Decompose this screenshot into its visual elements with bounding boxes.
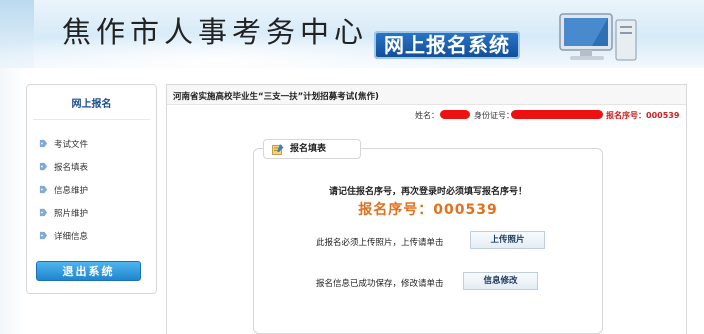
tag-icon [39, 208, 48, 217]
photo-upload-hint: 此报名必须上传照片，上传请单击 [316, 238, 444, 248]
candidate-info-row: 姓名： 身份证号： 报名序号：000539 [167, 107, 686, 123]
redacted-name [440, 110, 470, 119]
sidebar-item-label: 考试文件 [54, 140, 89, 150]
tag-icon [39, 162, 48, 171]
form-icon [272, 144, 284, 155]
sidebar-item-label: 照片维护 [54, 209, 89, 219]
sidebar-item-label: 信息维护 [54, 186, 89, 196]
sidebar-title: 网上报名 [71, 99, 112, 110]
tag-icon [39, 185, 48, 194]
sidebar-item-registration-form[interactable]: 报名填表 [39, 160, 88, 176]
system-badge: 网上报名系统 [374, 31, 520, 59]
left-background-strip [0, 68, 26, 334]
tag-icon [39, 231, 48, 240]
sidebar-item-label: 详细信息 [54, 232, 89, 242]
registration-form-tab: 报名填表 [263, 139, 361, 159]
sidebar-item-exam-docs[interactable]: 考试文件 [39, 137, 88, 153]
sidebar-item-info-maintenance[interactable]: 信息维护 [39, 183, 88, 199]
exam-title: 河南省实施高校毕业生“三支一扶”计划招募考试(焦作) [173, 92, 379, 102]
sidebar-item-photo-maintenance[interactable]: 照片维护 [39, 206, 88, 222]
notice-text: 请记住报名序号，再次登录时必须填写报名序号！ [328, 187, 527, 197]
sidebar: 网上报名 考试文件 报名填表 信息维护 照片维护 详细信息 退出系统 [26, 84, 157, 294]
sidebar-item-details[interactable]: 详细信息 [39, 229, 88, 245]
registration-number-large: 报名序号：000539 [358, 202, 498, 218]
name-label: 姓名： [415, 111, 439, 120]
tag-icon [39, 139, 48, 148]
redacted-id-number [511, 110, 603, 119]
id-number-label: 身份证号： [474, 111, 514, 120]
panel-header: 河南省实施高校毕业生“三支一扶”计划招募考试(焦作) [167, 85, 686, 105]
edit-info-hint: 报名信息已成功保存，修改请单击 [316, 279, 444, 289]
logout-button[interactable]: 退出系统 [36, 261, 141, 281]
form-tab-label: 报名填表 [290, 144, 327, 154]
registration-number-top: 报名序号：000539 [606, 111, 680, 120]
header-banner: 焦作市人事考务中心 网上报名系统 [0, 0, 704, 68]
computer-icon [559, 13, 637, 61]
upload-photo-button[interactable]: 上传照片 [470, 231, 545, 249]
edit-info-button[interactable]: 信息修改 [463, 272, 538, 290]
site-title: 焦作市人事考务中心 [62, 15, 369, 49]
sidebar-item-label: 报名填表 [54, 163, 89, 173]
sidebar-divider [33, 119, 150, 120]
